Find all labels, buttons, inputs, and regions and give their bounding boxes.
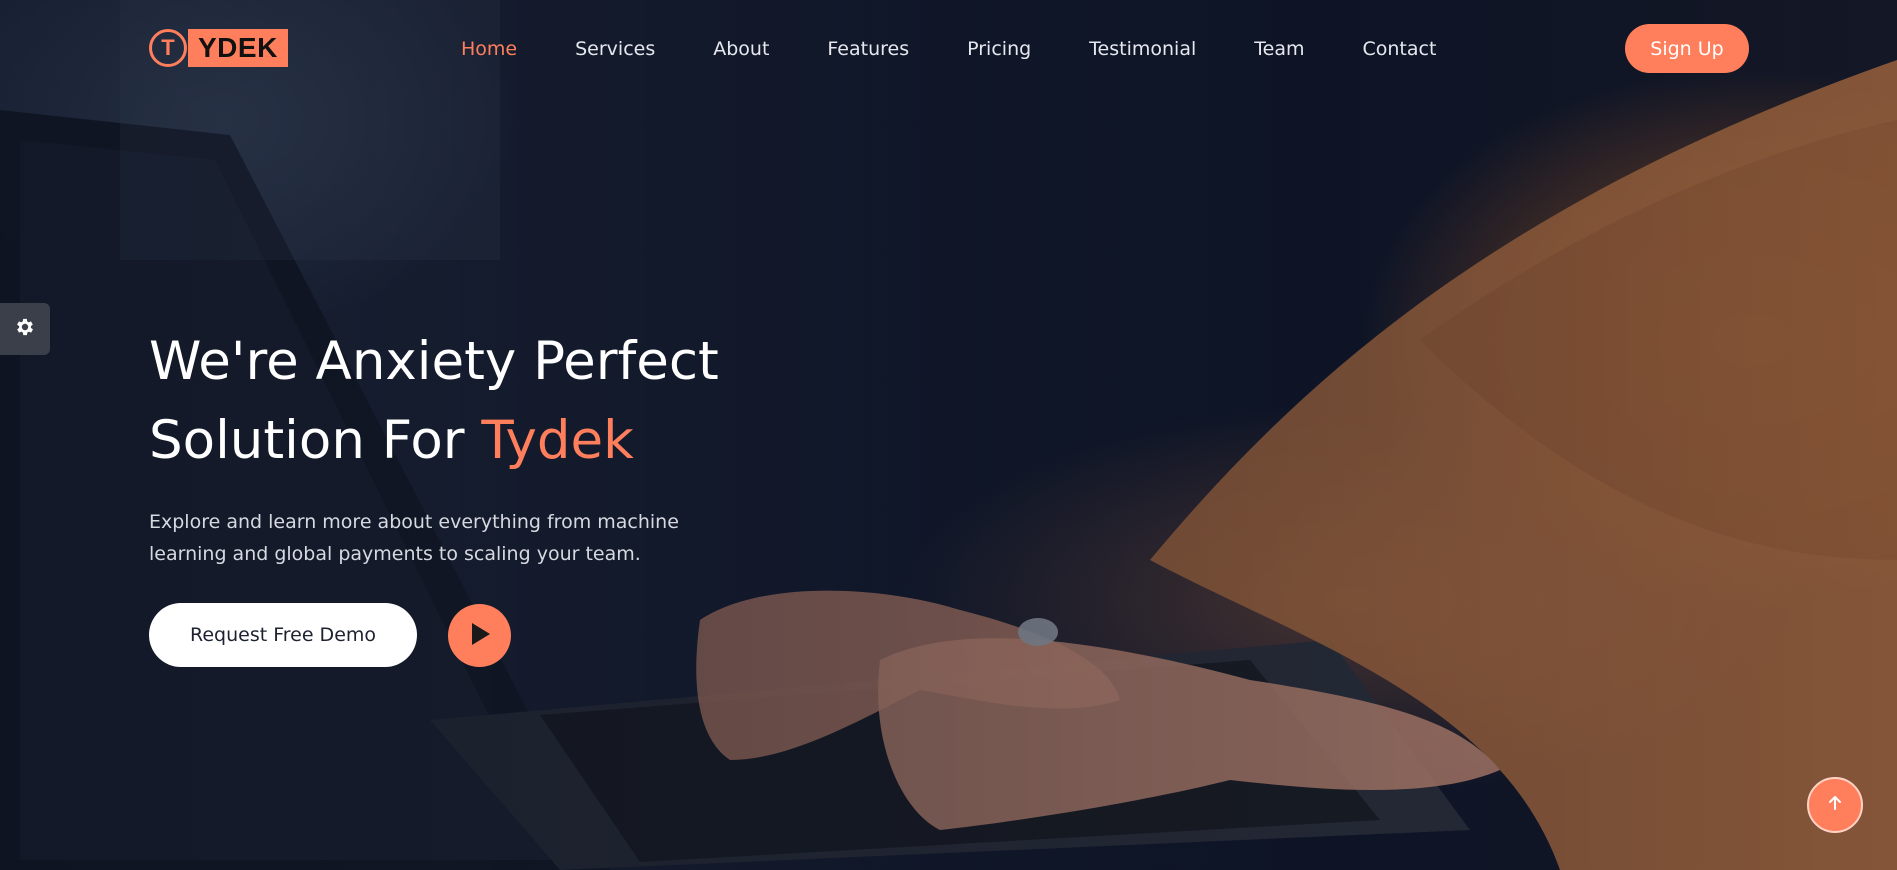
nav-item-testimonial[interactable]: Testimonial bbox=[1089, 36, 1196, 62]
site-header: T YDEK Home Services About Features Pric… bbox=[0, 0, 1897, 98]
nav-item-about[interactable]: About bbox=[713, 36, 769, 62]
nav-item-team[interactable]: Team bbox=[1254, 36, 1304, 62]
nav-item-contact[interactable]: Contact bbox=[1362, 36, 1436, 62]
play-video-button[interactable] bbox=[448, 604, 511, 667]
hero-title-accent: Tydek bbox=[481, 410, 634, 471]
gear-icon bbox=[14, 316, 36, 342]
logo-mark: T bbox=[149, 29, 187, 67]
nav-item-home[interactable]: Home bbox=[461, 36, 517, 62]
sign-up-button[interactable]: Sign Up bbox=[1625, 24, 1749, 73]
nav-item-pricing[interactable]: Pricing bbox=[967, 36, 1031, 62]
play-icon bbox=[469, 622, 491, 650]
request-demo-button[interactable]: Request Free Demo bbox=[149, 603, 417, 667]
back-to-top-button[interactable] bbox=[1807, 777, 1863, 833]
main-nav: Home Services About Features Pricing Tes… bbox=[461, 36, 1436, 62]
hero-title-line1: We're Anxiety Perfect bbox=[149, 331, 719, 392]
logo-text: YDEK bbox=[188, 29, 288, 67]
arrow-up-icon bbox=[1826, 794, 1844, 816]
hero-title-line2-prefix: Solution For bbox=[149, 410, 482, 471]
hero-description: Explore and learn more about everything … bbox=[149, 511, 679, 565]
hero-title: We're Anxiety Perfect Solution For Tydek bbox=[149, 322, 849, 480]
site-logo[interactable]: T YDEK bbox=[149, 29, 288, 67]
settings-toggle[interactable] bbox=[0, 303, 50, 355]
nav-item-services[interactable]: Services bbox=[575, 36, 655, 62]
nav-item-features[interactable]: Features bbox=[827, 36, 909, 62]
